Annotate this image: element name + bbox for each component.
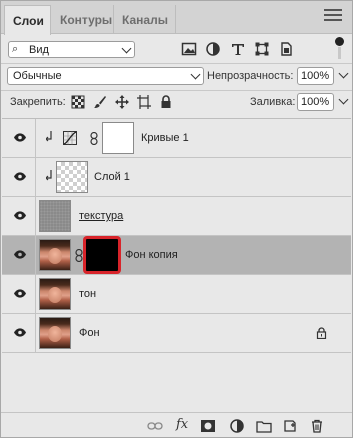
eye-icon (14, 328, 26, 337)
tab-channels[interactable]: Каналы (114, 5, 176, 34)
new-adjustment-layer-icon[interactable] (229, 418, 245, 434)
filter-toggle-track (338, 47, 341, 59)
filter-toggle-icon[interactable] (335, 37, 344, 46)
layer-row-background[interactable]: Фон (2, 314, 351, 353)
eye-icon (14, 133, 26, 142)
chevron-down-icon (190, 69, 201, 80)
opacity-dropdown-button[interactable] (336, 67, 350, 85)
visibility-toggle[interactable] (2, 275, 36, 313)
layer-thumbnail[interactable] (39, 200, 71, 232)
clipping-mask-arrow-icon (46, 131, 52, 142)
chevron-down-icon (121, 43, 132, 54)
visibility-toggle[interactable] (2, 158, 36, 196)
new-layer-icon[interactable] (282, 418, 298, 434)
lock-artboard-icon[interactable] (137, 95, 151, 109)
fx-icon[interactable]: fx (176, 417, 192, 433)
eye-icon (14, 289, 26, 298)
blend-mode-value: Обычные (13, 70, 62, 82)
layer-name[interactable]: Фон (79, 327, 100, 339)
filter-shape-icon[interactable] (254, 41, 270, 57)
curves-adjustment-icon (63, 131, 77, 145)
layer-filter-select[interactable]: ⌕ Вид (8, 41, 135, 58)
layer-row-curves[interactable]: Кривые 1 (2, 119, 351, 158)
new-group-folder-icon[interactable] (256, 418, 272, 434)
layer-thumbnail[interactable] (56, 161, 88, 193)
fill-input[interactable]: 100% (297, 93, 334, 111)
layers-bottom-toolbar: fx (1, 412, 352, 437)
visibility-toggle[interactable] (2, 236, 36, 274)
eye-icon (14, 211, 26, 220)
panel-menu-icon[interactable] (324, 9, 342, 23)
layer-name[interactable]: текстура (79, 210, 123, 222)
tab-paths[interactable]: Контуры (52, 5, 114, 34)
layer-row-tone[interactable]: тон (2, 275, 351, 314)
fill-value: 100% (301, 96, 330, 108)
layer-thumbnail[interactable] (39, 239, 71, 271)
filter-pixel-icon[interactable] (181, 41, 197, 57)
fill-label: Заливка: (250, 96, 296, 108)
visibility-toggle[interactable] (2, 197, 36, 235)
eye-icon (14, 172, 26, 181)
layer-mask-thumbnail[interactable] (102, 122, 134, 154)
clipping-mask-arrow-icon (46, 170, 52, 181)
trash-icon[interactable] (309, 418, 325, 434)
layer-thumbnail[interactable] (39, 317, 71, 349)
lock-position-icon[interactable] (115, 95, 129, 109)
layers-panel: Слои Контуры Каналы ⌕ Вид Обычные Непроз… (0, 0, 353, 438)
search-icon: ⌕ (12, 43, 19, 55)
layer-thumbnail[interactable] (39, 278, 71, 310)
lock-icon (316, 327, 327, 339)
layer-row-texture[interactable]: текстура (2, 197, 351, 236)
divider (1, 90, 352, 91)
visibility-toggle[interactable] (2, 119, 36, 157)
layer-name[interactable]: Фон копия (125, 249, 178, 261)
layer-name[interactable]: Слой 1 (94, 171, 130, 183)
lock-all-icon[interactable] (159, 95, 173, 109)
filter-adjustment-icon[interactable] (205, 41, 221, 57)
layer-name[interactable]: тон (79, 288, 96, 300)
layer-row-layer1[interactable]: Слой 1 (2, 158, 351, 197)
tab-layers[interactable]: Слои (4, 5, 51, 35)
chevron-down-icon (338, 94, 349, 105)
chevron-down-icon (338, 68, 349, 79)
link-chain-icon[interactable] (75, 249, 83, 262)
layer-filter-value: Вид (29, 44, 49, 56)
fill-dropdown-button[interactable] (336, 93, 350, 111)
link-chain-icon[interactable] (90, 132, 98, 145)
lock-transparent-pixels-icon[interactable] (71, 95, 85, 109)
opacity-label: Непрозрачность: (207, 70, 294, 82)
layer-mask-thumbnail[interactable] (84, 237, 120, 273)
blend-mode-select[interactable]: Обычные (7, 67, 204, 85)
panel-tab-bar: Слои Контуры Каналы (1, 1, 352, 35)
opacity-input[interactable]: 100% (297, 67, 334, 85)
lock-label: Закрепить: (10, 96, 66, 108)
filter-type-icon[interactable] (230, 41, 246, 57)
link-layers-icon[interactable] (147, 418, 163, 434)
eye-icon (14, 250, 26, 259)
visibility-toggle[interactable] (2, 314, 36, 352)
layer-row-background-copy[interactable]: Фон копия (2, 236, 351, 275)
add-mask-icon[interactable] (200, 418, 216, 434)
layers-list: Кривые 1 Слой 1 текстура Фон копия тон Ф… (2, 118, 351, 412)
divider (1, 63, 352, 64)
opacity-value: 100% (301, 70, 330, 82)
layer-name[interactable]: Кривые 1 (141, 132, 189, 144)
filter-smart-object-icon[interactable] (278, 41, 294, 57)
lock-image-pixels-icon[interactable] (93, 95, 107, 109)
